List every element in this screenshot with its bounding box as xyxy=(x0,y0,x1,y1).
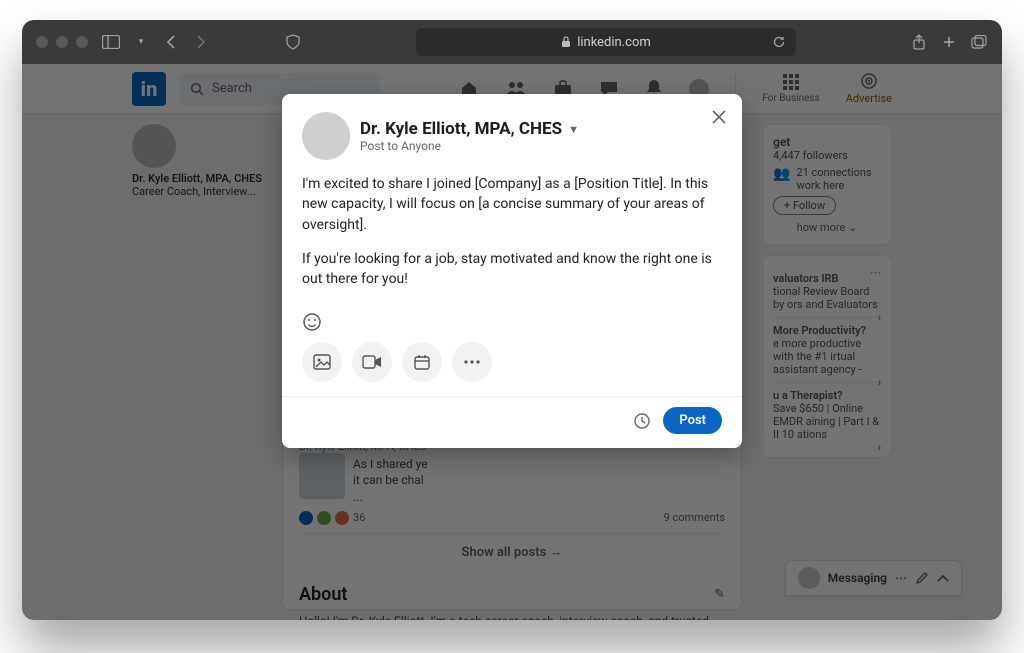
close-modal-button[interactable] xyxy=(710,108,728,126)
post-audience: Post to Anyone xyxy=(360,139,579,153)
post-tools xyxy=(302,342,722,382)
emoji-button[interactable] xyxy=(302,312,722,332)
modal-footer: Post xyxy=(282,396,742,434)
window-controls xyxy=(36,36,88,48)
address-bar[interactable]: linkedin.com xyxy=(416,28,796,56)
minimize-window-dot[interactable] xyxy=(56,36,68,48)
caret-down-icon: ▼ xyxy=(568,123,579,136)
share-icon[interactable] xyxy=(910,33,928,51)
create-post-modal: Dr. Kyle Elliott, MPA, CHES ▼ Post to An… xyxy=(282,94,742,448)
more-tools-button[interactable] xyxy=(452,342,492,382)
new-tab-icon[interactable] xyxy=(940,33,958,51)
add-media-button[interactable] xyxy=(302,342,342,382)
titlebar: ▾ linkedin.com xyxy=(22,20,1002,64)
add-event-button[interactable] xyxy=(402,342,442,382)
shield-icon[interactable] xyxy=(284,33,302,51)
address-bar-container: linkedin.com xyxy=(316,28,896,56)
back-icon[interactable] xyxy=(162,33,180,51)
refresh-icon[interactable] xyxy=(770,33,788,51)
zoom-window-dot[interactable] xyxy=(76,36,88,48)
url-host: linkedin.com xyxy=(577,35,651,50)
browser-window: ▾ linkedin.com in Search xyxy=(22,20,1002,620)
lock-icon xyxy=(561,36,571,48)
sidebar-toggle-icon[interactable] xyxy=(102,33,120,51)
post-author-name: Dr. Kyle Elliott, MPA, CHES xyxy=(360,119,562,139)
chevron-down-icon[interactable]: ▾ xyxy=(132,33,150,51)
close-window-dot[interactable] xyxy=(36,36,48,48)
forward-icon[interactable] xyxy=(192,33,210,51)
schedule-button[interactable] xyxy=(633,412,651,430)
avatar xyxy=(302,112,350,160)
tabs-overview-icon[interactable] xyxy=(970,33,988,51)
post-author-selector[interactable]: Dr. Kyle Elliott, MPA, CHES ▼ Post to An… xyxy=(302,112,722,160)
add-video-button[interactable] xyxy=(352,342,392,382)
post-text-area[interactable]: I'm excited to share I joined [Company] … xyxy=(302,174,722,294)
modal-overlay[interactable]: Dr. Kyle Elliott, MPA, CHES ▼ Post to An… xyxy=(22,64,1002,620)
post-button[interactable]: Post xyxy=(663,407,722,434)
